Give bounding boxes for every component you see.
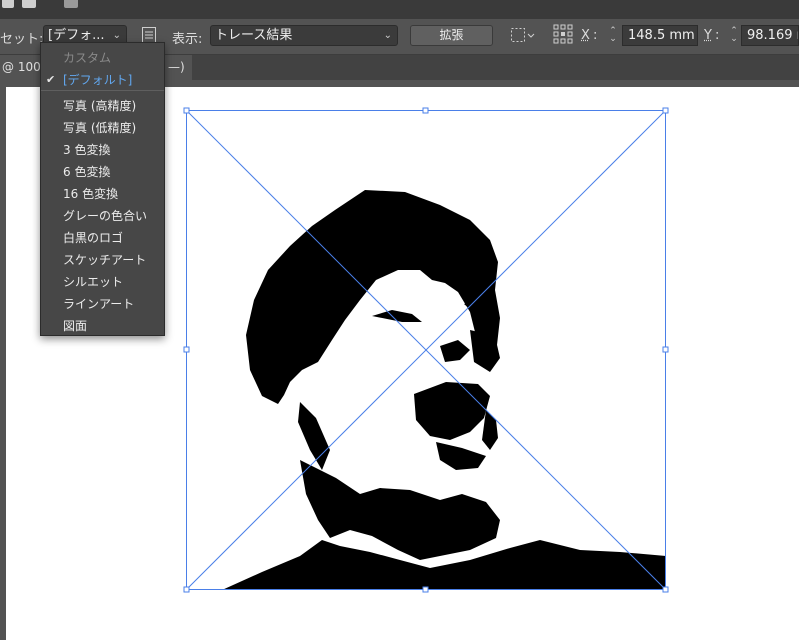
y-label-colon: :: [715, 28, 720, 43]
view-select-value: トレース結果: [215, 28, 293, 43]
workspace-icon[interactable]: [22, 0, 36, 8]
menu-item-black-white-logo[interactable]: 白黒のロゴ: [41, 227, 164, 249]
menu-item-custom: カスタム: [63, 51, 112, 65]
menu-item-photo-high[interactable]: 写真 (高精度): [41, 95, 164, 117]
y-label: Y: [704, 28, 712, 43]
menu-item-technical-drawing[interactable]: 図面: [41, 315, 164, 337]
menu-separator: [41, 90, 164, 91]
panel-icon[interactable]: [2, 0, 14, 8]
transform-box-icon[interactable]: [510, 27, 536, 43]
traced-silhouette: [222, 190, 666, 590]
menu-item-sketched-art[interactable]: スケッチアート: [41, 249, 164, 271]
x-label-colon: :: [593, 28, 598, 43]
resize-handle-top-right[interactable]: [662, 107, 669, 114]
y-stepper[interactable]: ⌃ ⌄: [729, 27, 739, 44]
list-options-icon[interactable]: [142, 27, 156, 43]
chevron-down-icon: ⌄: [383, 30, 392, 41]
preset-label: セット:: [0, 32, 44, 47]
preset-select-value: [デフォ...: [48, 28, 105, 43]
expand-button[interactable]: 拡張: [410, 25, 493, 46]
resize-handle-bottom[interactable]: [422, 586, 429, 593]
resize-handle-bottom-left[interactable]: [183, 586, 190, 593]
menu-item-photo-low[interactable]: 写真 (低精度): [41, 117, 164, 139]
resize-handle-right[interactable]: [662, 346, 669, 353]
menu-item-silhouettes[interactable]: シルエット: [41, 271, 164, 293]
menu-item-default[interactable]: ✔ [デフォルト]: [41, 69, 164, 91]
y-input[interactable]: 98.169 m: [741, 25, 799, 46]
x-stepper[interactable]: ⌃ ⌄: [608, 27, 618, 44]
top-toolbar-strip: [0, 0, 799, 19]
resize-handle-left[interactable]: [183, 346, 190, 353]
menu-item-6-colors[interactable]: 6 色変換: [41, 161, 164, 183]
document-tab-title-tail: —): [168, 60, 185, 74]
menu-item-line-art[interactable]: ラインアート: [41, 293, 164, 315]
view-select[interactable]: トレース結果 ⌄: [210, 25, 398, 46]
x-label: X: [581, 28, 590, 43]
menu-item-3-colors[interactable]: 3 色変換: [41, 139, 164, 161]
menu-item-16-colors[interactable]: 16 色変換: [41, 183, 164, 205]
menu-item-shades-of-gray[interactable]: グレーの色合い: [41, 205, 164, 227]
view-label: 表示:: [172, 32, 203, 47]
preset-dropdown-menu: カスタム ✔ [デフォルト] 写真 (高精度) 写真 (低精度) 3 色変換 6…: [40, 42, 165, 336]
resize-handle-top[interactable]: [422, 107, 429, 114]
resize-handle-bottom-right[interactable]: [662, 586, 669, 593]
x-input[interactable]: 148.5 mm: [622, 25, 698, 46]
arrange-icon[interactable]: [64, 0, 78, 8]
reference-point-icon[interactable]: [553, 24, 573, 44]
checkmark-icon: ✔: [46, 73, 56, 86]
resize-handle-top-left[interactable]: [183, 107, 190, 114]
